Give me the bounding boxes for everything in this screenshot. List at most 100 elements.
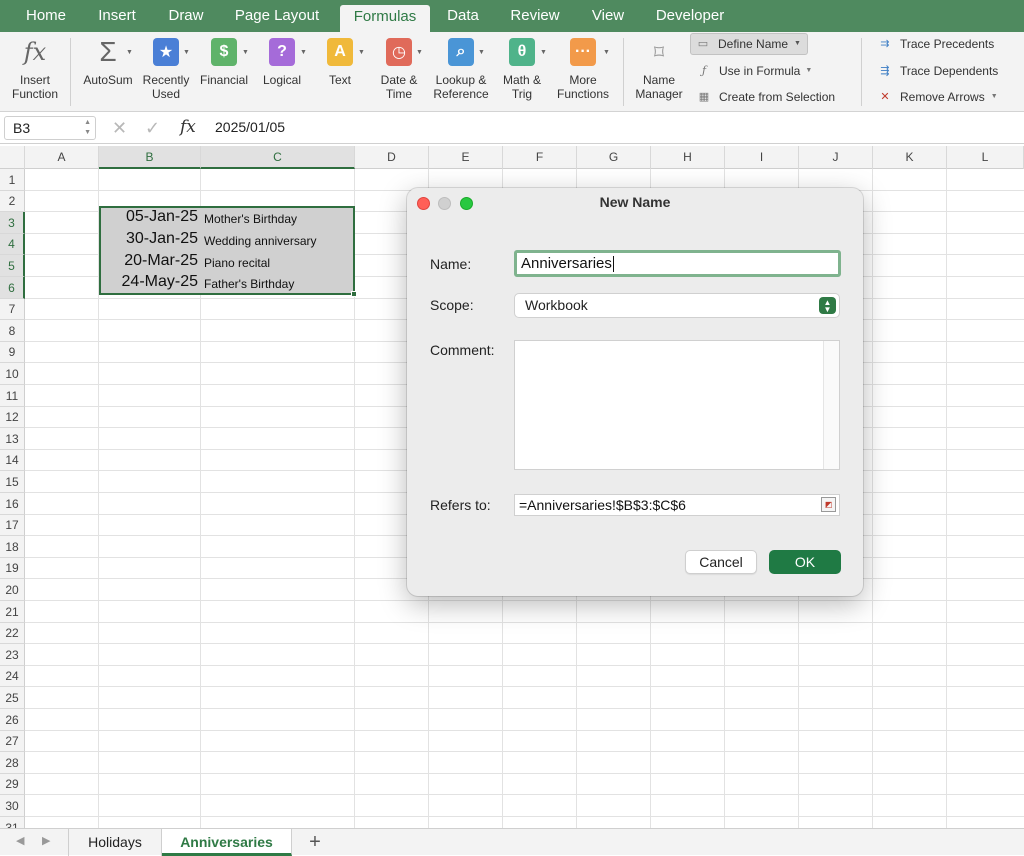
row-header[interactable]: 15 xyxy=(0,471,25,493)
tab-home[interactable]: Home xyxy=(12,0,80,32)
column-header[interactable]: I xyxy=(725,146,799,169)
comment-scrollbar[interactable] xyxy=(823,341,839,469)
row-header[interactable]: 7 xyxy=(0,299,25,320)
row-header[interactable]: 18 xyxy=(0,536,25,558)
column-header[interactable]: H xyxy=(651,146,725,169)
fill-handle[interactable] xyxy=(351,291,357,297)
column-header[interactable]: D xyxy=(355,146,429,169)
trace-precedents-button[interactable]: ⇉ Trace Precedents xyxy=(877,33,994,55)
cell-b4[interactable]: 30-Jan-25 xyxy=(100,230,198,248)
row-header[interactable]: 21 xyxy=(0,601,25,623)
chevron-updown-icon[interactable]: ▲ ▼ xyxy=(84,118,91,138)
row-header[interactable]: 13 xyxy=(0,428,25,450)
row-header[interactable]: 30 xyxy=(0,795,25,817)
chevron-down-icon[interactable]: ▼ xyxy=(991,86,998,108)
column-header[interactable]: B xyxy=(99,146,201,169)
row-header[interactable]: 29 xyxy=(0,774,25,795)
column-header[interactable]: C xyxy=(201,146,355,169)
use-in-formula-button[interactable]: ƒ Use in Formula ▼ xyxy=(696,60,812,82)
cell-b3[interactable]: 05-Jan-25 xyxy=(100,208,198,226)
row-header[interactable]: 12 xyxy=(0,407,25,428)
comment-textarea[interactable] xyxy=(514,340,840,470)
insert-function-button[interactable]: fx Insert Function xyxy=(6,38,64,101)
next-sheet-arrow-icon[interactable]: ▶ xyxy=(42,834,50,847)
logical-button[interactable]: ? Logical xyxy=(254,38,310,87)
row-header[interactable]: 11 xyxy=(0,385,25,407)
row-header[interactable]: 25 xyxy=(0,687,25,709)
financial-button[interactable]: $ Financial xyxy=(196,38,252,87)
tab-draw[interactable]: Draw xyxy=(154,0,218,32)
math-trig-button[interactable]: θ Math & Trig xyxy=(494,38,550,101)
chevron-down-icon[interactable]: ▼ xyxy=(794,33,801,55)
sheet-tab-anniversaries[interactable]: Anniversaries xyxy=(162,829,292,856)
row-header[interactable]: 31 xyxy=(0,817,25,828)
cell-c6[interactable]: Father's Birthday xyxy=(204,277,294,291)
tab-insert[interactable]: Insert xyxy=(84,0,150,32)
remove-arrows-button[interactable]: ✕ Remove Arrows ▼ xyxy=(877,86,998,108)
row-header[interactable]: 8 xyxy=(0,320,25,342)
row-header[interactable]: 2 xyxy=(0,191,25,212)
row-header[interactable]: 9 xyxy=(0,342,25,363)
trace-dependents-button[interactable]: ⇶ Trace Dependents xyxy=(877,60,998,82)
row-header[interactable]: 10 xyxy=(0,363,25,385)
row-header[interactable]: 14 xyxy=(0,450,25,471)
chevron-down-icon[interactable]: ▼ xyxy=(126,49,133,56)
column-header[interactable]: E xyxy=(429,146,503,169)
checkmark-icon[interactable]: ✓ xyxy=(145,118,160,139)
ok-button[interactable]: OK xyxy=(769,550,841,574)
scope-select[interactable]: Workbook ▲ ▼ xyxy=(514,293,840,318)
row-header[interactable]: 6 xyxy=(0,277,25,299)
sheet-tab-holidays[interactable]: Holidays xyxy=(68,829,162,856)
column-header[interactable]: K xyxy=(873,146,947,169)
cell-b6[interactable]: 24-May-25 xyxy=(100,273,198,291)
column-header[interactable]: A xyxy=(25,146,99,169)
chevron-down-icon[interactable]: ▼ xyxy=(300,49,307,56)
create-from-selection-button[interactable]: ▦ Create from Selection xyxy=(696,86,835,108)
tab-formulas[interactable]: Formulas xyxy=(340,5,430,32)
column-header[interactable]: G xyxy=(577,146,651,169)
tab-view[interactable]: View xyxy=(580,0,636,32)
row-header[interactable]: 28 xyxy=(0,752,25,774)
cancel-x-icon[interactable]: ✕ xyxy=(112,118,127,139)
row-header[interactable]: 24 xyxy=(0,666,25,687)
cell-c4[interactable]: Wedding anniversary xyxy=(204,234,317,248)
column-header[interactable]: J xyxy=(799,146,873,169)
cell-b5[interactable]: 20-Mar-25 xyxy=(100,252,198,270)
chevron-down-icon[interactable]: ▼ xyxy=(540,49,547,56)
chevron-down-icon[interactable]: ▼ xyxy=(416,49,423,56)
chevron-down-icon[interactable]: ▼ xyxy=(358,49,365,56)
row-header[interactable]: 19 xyxy=(0,558,25,579)
tab-review[interactable]: Review xyxy=(496,0,574,32)
date-time-button[interactable]: ◷ Date & Time xyxy=(370,38,428,101)
tab-page-layout[interactable]: Page Layout xyxy=(222,0,332,32)
row-header[interactable]: 23 xyxy=(0,644,25,666)
prev-sheet-arrow-icon[interactable]: ◀ xyxy=(16,834,24,847)
add-sheet-button[interactable]: + xyxy=(295,829,335,856)
insert-function-fx-icon[interactable]: fx xyxy=(180,117,196,137)
row-header[interactable]: 16 xyxy=(0,493,25,515)
tab-developer[interactable]: Developer xyxy=(642,0,738,32)
autosum-button[interactable]: Σ AutoSum xyxy=(80,36,136,87)
cell-c3[interactable]: Mother's Birthday xyxy=(204,212,297,226)
column-header[interactable]: L xyxy=(947,146,1024,169)
name-manager-button[interactable]: ⌑ Name Manager xyxy=(630,38,688,102)
define-name-button[interactable]: ▭ Define Name ▼ xyxy=(690,33,808,55)
cancel-button[interactable]: Cancel xyxy=(685,550,757,574)
collapse-dialog-icon[interactable]: ◩ xyxy=(821,497,836,512)
name-input[interactable]: Anniversaries xyxy=(514,250,841,277)
lookup-reference-button[interactable]: ⌕ Lookup & Reference xyxy=(428,38,494,101)
formula-input[interactable]: 2025/01/05 xyxy=(215,119,285,135)
name-box[interactable]: B3 ▲ ▼ xyxy=(4,116,96,140)
column-header[interactable]: F xyxy=(503,146,577,169)
tab-data[interactable]: Data xyxy=(436,0,490,32)
select-all-corner[interactable] xyxy=(0,146,25,169)
row-header[interactable]: 4 xyxy=(0,234,25,255)
row-header[interactable]: 1 xyxy=(0,169,25,191)
row-header[interactable]: 26 xyxy=(0,709,25,731)
row-header[interactable]: 20 xyxy=(0,579,25,601)
row-header[interactable]: 27 xyxy=(0,731,25,752)
row-header[interactable]: 3 xyxy=(0,212,25,234)
text-functions-button[interactable]: A Text xyxy=(312,38,368,87)
row-header[interactable]: 5 xyxy=(0,255,25,277)
chevron-down-icon[interactable]: ▼ xyxy=(242,49,249,56)
